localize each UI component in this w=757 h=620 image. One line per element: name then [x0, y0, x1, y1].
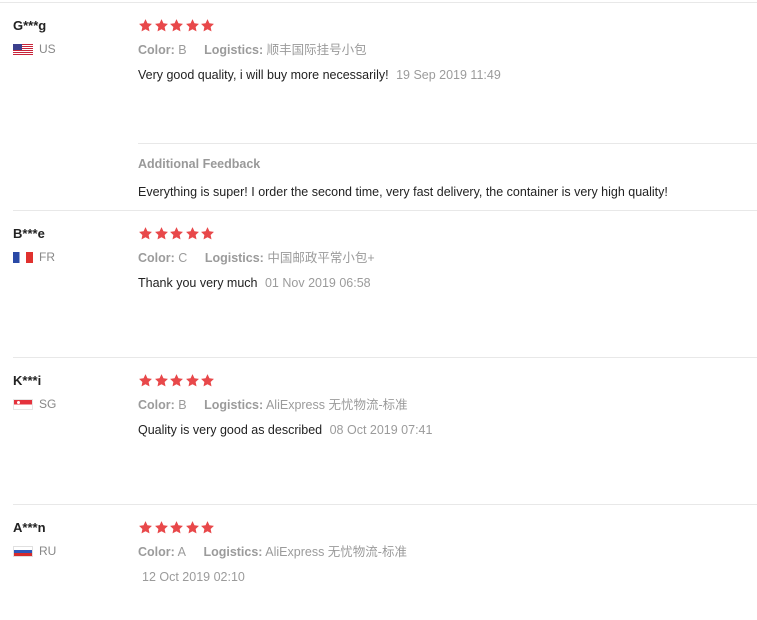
review-attributes: Color: A Logistics: AliExpress 无忧物流-标准	[138, 544, 748, 560]
color-value: C	[178, 251, 188, 265]
star-icon	[154, 520, 169, 535]
review-text-line: Quality is very good as described 08 Oct…	[138, 422, 748, 438]
star-icon	[169, 373, 184, 388]
review-date: 12 Oct 2019 02:10	[142, 570, 245, 584]
review-date: 19 Sep 2019 11:49	[396, 68, 501, 82]
star-rating	[138, 520, 748, 536]
country-code: SG	[39, 397, 57, 411]
additional-feedback-title: Additional Feedback	[138, 157, 261, 171]
review-text: Quality is very good as described	[138, 423, 323, 437]
color-label: Color:	[138, 398, 175, 412]
color-label: Color:	[138, 545, 175, 559]
reviewer-country: FR	[13, 250, 123, 264]
feedback-divider	[138, 143, 757, 144]
top-divider	[0, 2, 757, 3]
star-icon	[154, 373, 169, 388]
ru-flag-icon	[13, 545, 33, 557]
review-text-line: 12 Oct 2019 02:10	[138, 569, 748, 585]
review-attributes: Color: B Logistics: AliExpress 无忧物流-标准	[138, 397, 748, 413]
review-date: 01 Nov 2019 06:58	[264, 276, 371, 290]
logistics-label: Logistics:	[204, 251, 264, 265]
review-attributes: Color: C Logistics: 中国邮政平常小包+	[138, 250, 748, 266]
reviewer-info: G***g US	[13, 18, 123, 56]
color-value: B	[178, 43, 187, 57]
review-content: Color: B Logistics: AliExpress 无忧物流-标准 Q…	[138, 373, 748, 438]
reviewer-name: K***i	[13, 373, 42, 388]
star-icon	[138, 18, 153, 33]
reviewer-country: SG	[13, 397, 123, 411]
star-icon	[154, 18, 169, 33]
sg-flag-icon	[13, 398, 33, 410]
star-icon	[138, 373, 153, 388]
review-attributes: Color: B Logistics: 顺丰国际挂号小包	[138, 42, 748, 58]
review-divider	[13, 357, 757, 358]
star-icon	[200, 226, 215, 241]
star-rating	[138, 18, 748, 34]
logistics-label: Logistics:	[204, 43, 264, 57]
color-label: Color:	[138, 251, 175, 265]
color-value: B	[178, 398, 187, 412]
reviewer-country: RU	[13, 544, 123, 558]
review-text: Very good quality, i will buy more neces…	[138, 68, 389, 82]
star-rating	[138, 373, 748, 389]
logistics-value: 顺丰国际挂号小包	[266, 43, 367, 57]
country-code: US	[39, 42, 56, 56]
reviewer-name: B***e	[13, 226, 45, 241]
star-icon	[185, 18, 200, 33]
star-icon	[154, 226, 169, 241]
review-divider	[13, 210, 757, 211]
color-label: Color:	[138, 43, 175, 57]
star-icon	[200, 520, 215, 535]
star-icon	[169, 18, 184, 33]
review-divider	[13, 504, 757, 505]
reviewer-info: K***i SG	[13, 373, 123, 411]
reviewer-info: A***n RU	[13, 520, 123, 558]
star-icon	[138, 226, 153, 241]
reviewer-country: US	[13, 42, 123, 56]
logistics-value: AliExpress 无忧物流-标准	[265, 545, 407, 559]
star-icon	[138, 520, 153, 535]
reviewer-name: G***g	[13, 18, 47, 33]
logistics-value: 中国邮政平常小包+	[267, 251, 375, 265]
color-value: A	[177, 545, 186, 559]
review-date: 08 Oct 2019 07:41	[329, 423, 433, 437]
star-icon	[200, 373, 215, 388]
country-code: FR	[39, 250, 55, 264]
logistics-value: AliExpress 无忧物流-标准	[265, 398, 408, 412]
us-flag-icon	[13, 43, 33, 55]
star-icon	[169, 520, 184, 535]
logistics-label: Logistics:	[203, 545, 263, 559]
star-rating	[138, 226, 748, 242]
review-text: Thank you very much	[138, 276, 258, 290]
review-content: Color: B Logistics: 顺丰国际挂号小包 Very good q…	[138, 18, 748, 83]
fr-flag-icon	[13, 251, 33, 263]
reviewer-name: A***n	[13, 520, 46, 535]
review-text-line: Thank you very much 01 Nov 2019 06:58	[138, 275, 748, 291]
country-code: RU	[39, 544, 57, 558]
star-icon	[169, 226, 184, 241]
reviewer-info: B***e FR	[13, 226, 123, 264]
star-icon	[185, 373, 200, 388]
star-icon	[200, 18, 215, 33]
star-icon	[185, 520, 200, 535]
review-content: Color: C Logistics: 中国邮政平常小包+ Thank you …	[138, 226, 748, 291]
review-content: Color: A Logistics: AliExpress 无忧物流-标准 1…	[138, 520, 748, 585]
logistics-label: Logistics:	[204, 398, 264, 412]
star-icon	[185, 226, 200, 241]
additional-feedback-text: Everything is super! I order the second …	[138, 185, 668, 199]
review-text-line: Very good quality, i will buy more neces…	[138, 67, 748, 83]
